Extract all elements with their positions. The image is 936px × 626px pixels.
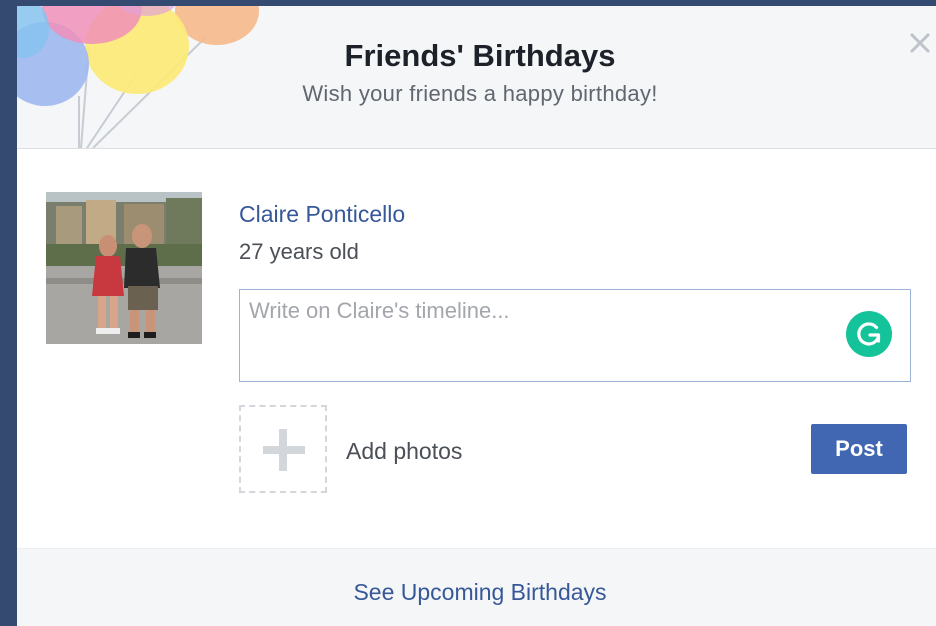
timeline-post-input[interactable] [240, 290, 840, 375]
add-photos-label[interactable]: Add photos [346, 438, 462, 465]
close-icon [910, 33, 930, 53]
friend-avatar[interactable] [46, 192, 202, 344]
dialog-subtitle: Wish your friends a happy birthday! [302, 81, 658, 106]
friend-photo [46, 192, 202, 344]
plus-icon [263, 429, 305, 471]
see-upcoming-birthdays-link[interactable]: See Upcoming Birthdays [17, 579, 936, 606]
close-button[interactable] [905, 28, 935, 58]
add-photos-button[interactable] [239, 405, 327, 493]
balloons-decoration [17, 6, 259, 148]
friend-name-link[interactable]: Claire Ponticello [239, 201, 405, 228]
post-button[interactable]: Post [811, 424, 907, 474]
dialog-header: Friends' Birthdays Wish your friends a h… [17, 6, 936, 149]
grammarly-icon [857, 322, 881, 346]
dialog-title: Friends' Birthdays [344, 38, 616, 73]
dialog-footer: See Upcoming Birthdays [17, 548, 936, 626]
friend-age: 27 years old [239, 239, 359, 264]
birthday-dialog: Friends' Birthdays Wish your friends a h… [17, 6, 936, 626]
grammarly-button[interactable] [846, 311, 892, 357]
timeline-post-field [239, 289, 911, 382]
